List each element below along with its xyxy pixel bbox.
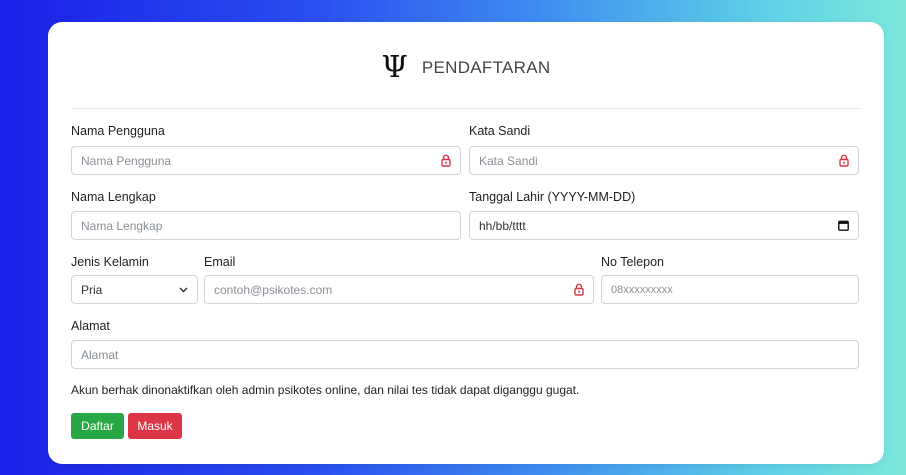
username-field[interactable]: Nama Pengguna — [71, 146, 461, 175]
username-placeholder: Nama Pengguna — [81, 153, 172, 168]
calendar-icon[interactable] — [838, 220, 849, 231]
birthdate-field[interactable]: hh/bb/tttt — [469, 211, 859, 240]
email-label: Email — [204, 255, 236, 269]
email-placeholder: contoh@psikotes.com — [214, 282, 333, 297]
gender-value: Pria — [81, 282, 103, 297]
phone-field[interactable]: 08xxxxxxxxx — [601, 275, 859, 304]
login-button[interactable]: Masuk — [128, 413, 182, 439]
birthdate-label: Tanggal Lahir (YYYY-MM-DD) — [469, 190, 636, 204]
address-field[interactable]: Alamat — [71, 340, 859, 369]
address-placeholder: Alamat — [81, 347, 119, 362]
form-header: Ψ PENDAFTARAN — [48, 50, 884, 86]
lock-icon — [574, 283, 584, 296]
lock-icon — [839, 154, 849, 167]
birthdate-placeholder: hh/bb/tttt — [479, 218, 526, 233]
page-title: PENDAFTARAN — [421, 58, 551, 77]
fullname-field[interactable]: Nama Lengkap — [71, 211, 461, 240]
registration-card: Ψ PENDAFTARAN Nama Pengguna Nama Penggun… — [48, 22, 884, 464]
phone-label: No Telepon — [601, 255, 665, 269]
fullname-label: Nama Lengkap — [71, 190, 156, 204]
gender-label: Jenis Kelamin — [71, 255, 149, 269]
password-placeholder: Kata Sandi — [479, 153, 538, 168]
chevron-down-icon — [179, 286, 188, 293]
header-divider — [71, 108, 861, 109]
email-field[interactable]: contoh@psikotes.com — [204, 275, 594, 304]
terms-note: Akun berhak dinonaktifkan oleh admin psi… — [71, 383, 580, 397]
username-label: Nama Pengguna — [71, 124, 165, 138]
lock-icon — [441, 154, 451, 167]
password-field[interactable]: Kata Sandi — [469, 146, 859, 175]
address-label: Alamat — [71, 319, 110, 333]
gender-select[interactable]: Pria — [71, 275, 198, 304]
phone-placeholder: 08xxxxxxxxx — [611, 283, 673, 296]
password-label: Kata Sandi — [469, 124, 531, 138]
fullname-placeholder: Nama Lengkap — [81, 218, 163, 233]
register-button[interactable]: Daftar — [71, 413, 124, 439]
psi-icon: Ψ — [381, 50, 408, 85]
